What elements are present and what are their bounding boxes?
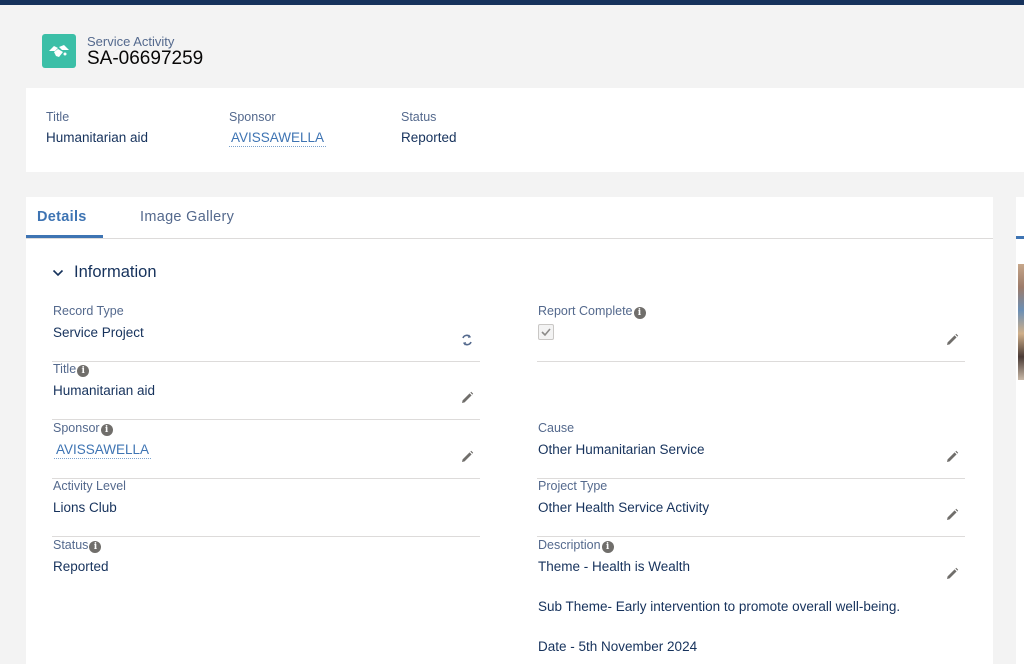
edit-title-pencil-icon[interactable] [460,391,474,405]
edit-report-complete-pencil-icon[interactable] [945,333,959,347]
sponsor-link[interactable]: AVISSAWELLA [54,442,152,459]
info-icon[interactable]: i [77,365,90,377]
highlights-panel: Title Humanitarian aid Sponsor AVISSAWEL… [26,88,1024,172]
field-status: Status i Reported [52,538,480,596]
section-title: Information [74,263,157,281]
tab-image-gallery[interactable]: Image Gallery [140,209,234,225]
info-icon[interactable]: i [100,424,113,436]
description-line: Theme - Health is Wealth [538,559,691,574]
status-label: Status [53,538,89,552]
change-record-type-icon[interactable] [460,333,474,347]
record-type-label: Record Type [53,304,124,318]
highlight-title: Title Humanitarian aid [46,110,148,145]
highlight-sponsor-link[interactable]: AVISSAWELLA [229,130,327,147]
edit-cause-pencil-icon[interactable] [945,450,959,464]
report-complete-label: Report Complete [538,304,633,318]
field-record-type: Record Type Service Project [52,304,480,362]
activity-level-value: Lions Club [53,500,117,515]
title-label: Title [53,362,77,376]
report-complete-checkbox [538,324,554,340]
highlight-sponsor: Sponsor AVISSAWELLA [229,110,327,147]
edit-description-pencil-icon[interactable] [945,567,959,581]
title-value: Humanitarian aid [53,383,156,398]
cause-label: Cause [538,421,575,435]
field-title: Title i Humanitarian aid [52,362,480,420]
info-icon[interactable]: i [601,541,614,553]
chevron-down-icon [52,269,64,277]
field-activity-level: Activity Level Lions Club [52,479,480,537]
edit-project-type-pencil-icon[interactable] [945,508,959,522]
highlight-status-value: Reported [401,130,457,145]
highlight-sponsor-label: Sponsor [229,110,276,124]
active-tab-indicator [26,235,103,238]
project-type-value: Other Health Service Activity [538,500,710,515]
handshake-icon [42,34,76,68]
record-name: SA-06697259 [87,48,204,69]
field-report-complete: Report Complete i [537,304,965,362]
record-type-value: Service Project [53,325,144,340]
cause-value: Other Humanitarian Service [538,442,705,457]
status-value: Reported [53,559,109,574]
info-icon[interactable]: i [89,541,102,553]
top-bar [0,0,1024,5]
side-panel-tab-indicator [1016,236,1024,239]
field-description: Description i Theme - Health is Wealth Su… [537,538,965,664]
highlight-title-label: Title [46,110,70,124]
highlight-status-label: Status [401,110,437,124]
record-object-type: Service Activity [87,34,175,49]
edit-sponsor-pencil-icon[interactable] [460,450,474,464]
details-card: Details Image Gallery Information Record… [26,197,993,664]
field-project-type: Project Type Other Health Service Activi… [537,479,965,537]
highlight-status: Status Reported [401,110,457,145]
highlight-title-value: Humanitarian aid [46,130,149,145]
gallery-thumbnail[interactable] [1018,264,1024,380]
activity-level-label: Activity Level [53,479,126,493]
description-label: Description [538,538,601,552]
info-icon[interactable]: i [633,307,646,319]
field-cause: Cause Other Humanitarian Service [537,421,965,479]
field-sponsor: Sponsor i AVISSAWELLA [52,421,480,479]
checkmark-icon [541,328,551,337]
sponsor-label: Sponsor [53,421,100,435]
description-line: Sub Theme- Early intervention to promote… [538,599,901,614]
project-type-label: Project Type [538,479,608,493]
tab-bar: Details Image Gallery [26,197,993,239]
tab-details[interactable]: Details [37,209,87,225]
description-line: Date - 5th November 2024 [538,639,698,654]
